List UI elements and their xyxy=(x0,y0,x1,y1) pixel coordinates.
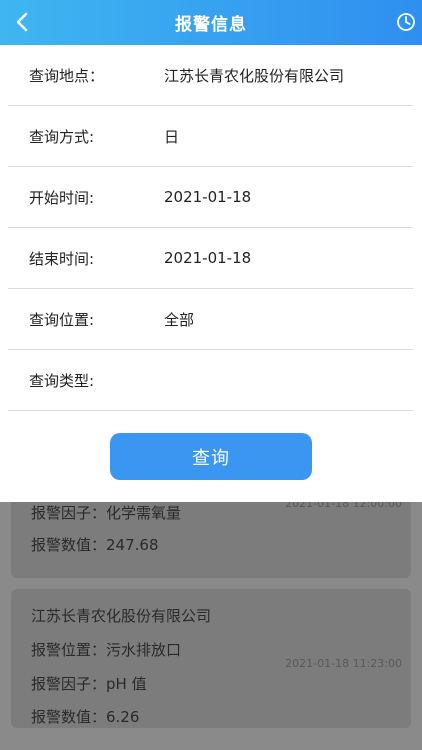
clock-icon xyxy=(397,13,415,31)
filter-label: 查询类型: xyxy=(29,371,95,390)
page-title: 报警信息 xyxy=(175,15,247,35)
filter-value: 全部 xyxy=(164,310,195,329)
filter-row-start-time[interactable]: 开始时间: 2021-01-18 xyxy=(8,167,413,228)
filter-label: 查询位置: xyxy=(29,310,95,329)
filter-row-end-time[interactable]: 结束时间: 2021-01-18 xyxy=(8,228,413,289)
alarm-value: 报警数值：247.68 xyxy=(31,536,159,554)
filter-row-location[interactable]: 查询地点： 江苏长青农化股份有限公司 xyxy=(8,45,413,106)
app-header: 报警信息 xyxy=(0,0,422,45)
filter-label: 查询方式: xyxy=(29,127,95,146)
alarm-card[interactable]: 江苏长青农化股份有限公司 报警位置：污水排放口 2021-01-18 11:23… xyxy=(11,589,411,728)
query-button[interactable]: 查询 xyxy=(110,433,312,480)
back-button[interactable] xyxy=(8,8,36,36)
chevron-left-icon xyxy=(16,12,28,32)
filter-label: 查询地点： xyxy=(29,66,105,85)
history-button[interactable] xyxy=(394,10,418,34)
filter-row-type[interactable]: 查询类型: xyxy=(8,350,413,411)
filter-row-position[interactable]: 查询位置: 全部 xyxy=(8,289,413,350)
filter-value: 2021-01-18 xyxy=(164,188,252,206)
alarm-position: 报警位置：污水排放口 xyxy=(31,641,182,659)
filter-value: 日 xyxy=(164,127,180,146)
filter-value: 江苏长青农化股份有限公司 xyxy=(164,66,345,85)
alarm-factor: 报警因子：化学需氧量 xyxy=(31,504,182,522)
filter-value: 2021-01-18 xyxy=(164,249,252,267)
filter-label: 结束时间: xyxy=(29,249,95,268)
alarm-company: 江苏长青农化股份有限公司 xyxy=(31,607,212,625)
filter-panel: 查询地点： 江苏长青农化股份有限公司 查询方式: 日 开始时间: 2021-01… xyxy=(0,45,422,502)
filter-row-mode[interactable]: 查询方式: 日 xyxy=(8,106,413,167)
alarm-value: 报警数值：6.26 xyxy=(31,708,140,726)
alarm-factor: 报警因子：pH 值 xyxy=(31,675,147,693)
filter-label: 开始时间: xyxy=(29,188,95,207)
alarm-time: 2021-01-18 11:23:00 xyxy=(285,657,402,670)
